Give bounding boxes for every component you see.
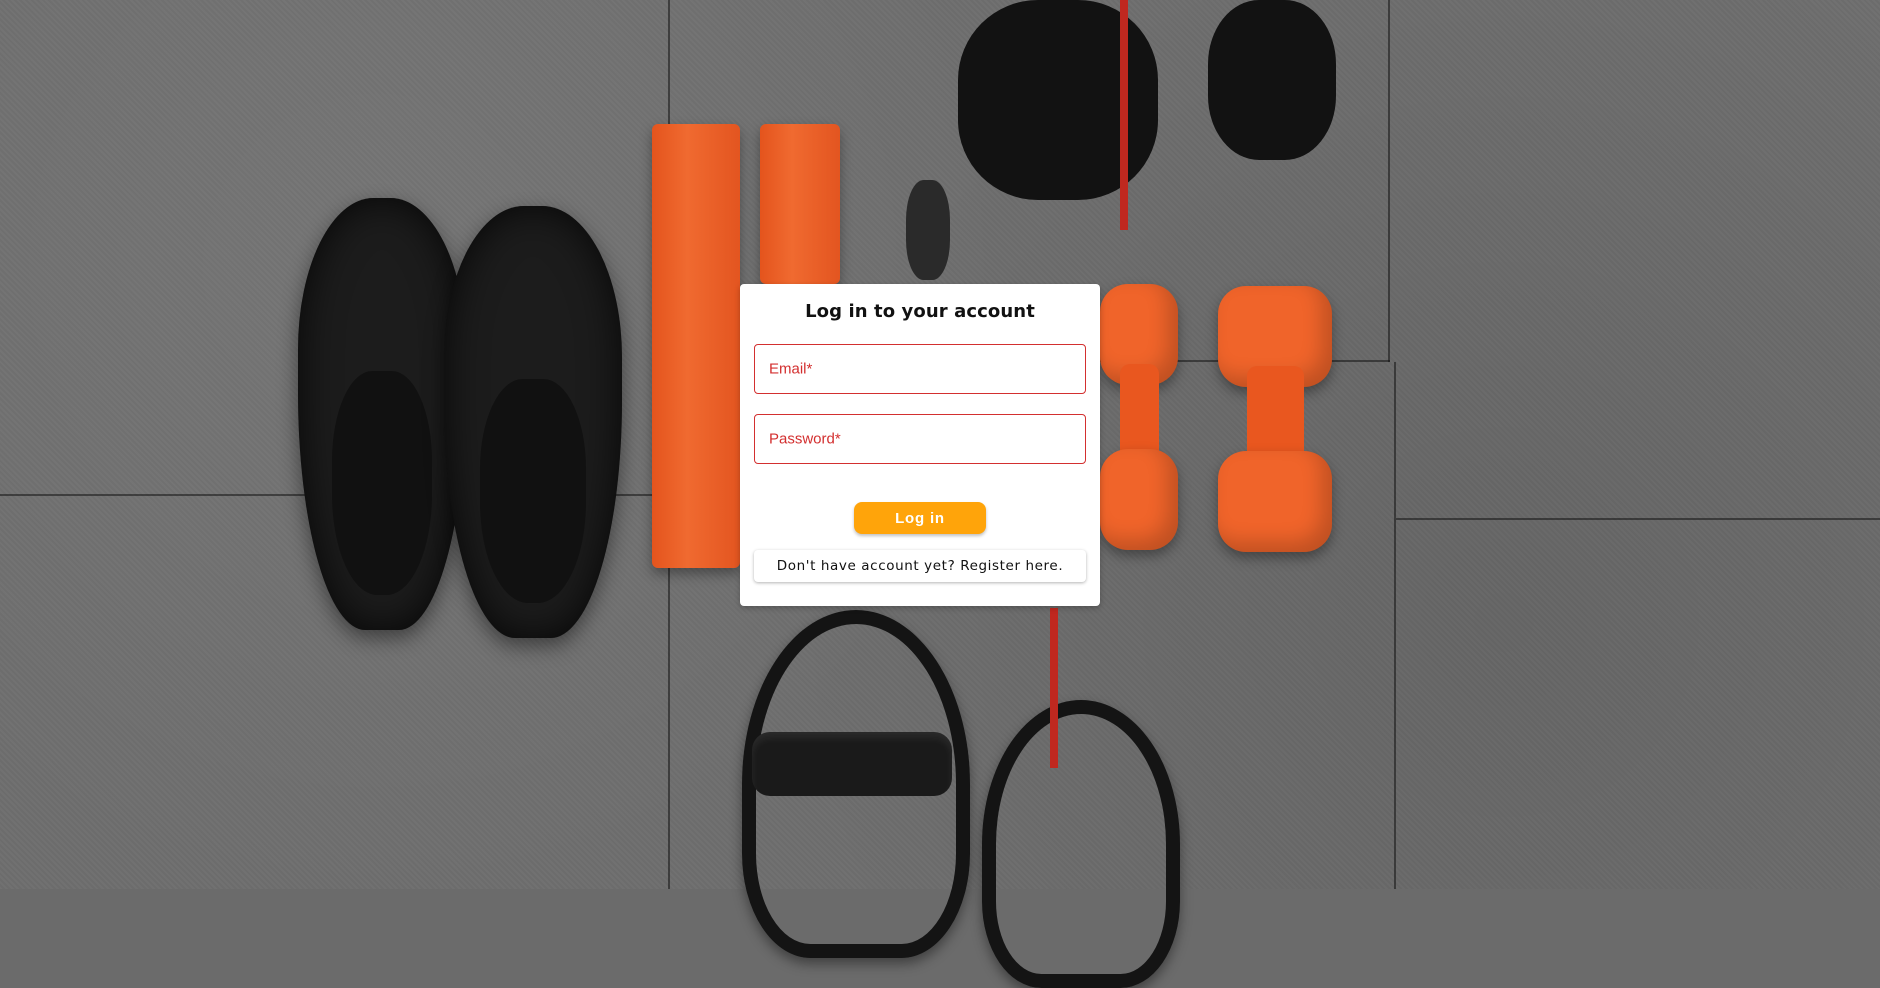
strap-handle bbox=[752, 732, 952, 796]
login-card: Log in to your account Email* Password* … bbox=[740, 284, 1100, 606]
login-title: Log in to your account bbox=[805, 301, 1035, 322]
login-button-wrap: Log in bbox=[754, 502, 1086, 534]
floor-seam bbox=[1388, 0, 1390, 362]
suspension-strap bbox=[982, 700, 1180, 988]
dumbbell bbox=[1100, 284, 1178, 550]
strap-coil bbox=[1208, 0, 1336, 160]
password-field[interactable]: Password* bbox=[754, 414, 1086, 464]
password-input[interactable] bbox=[755, 415, 1085, 463]
right-shoe bbox=[444, 206, 622, 638]
strap-coil bbox=[958, 0, 1158, 200]
register-link[interactable]: Don't have account yet? Register here. bbox=[754, 550, 1086, 582]
buckle bbox=[906, 180, 950, 280]
left-shoe bbox=[298, 198, 466, 630]
email-field[interactable]: Email* bbox=[754, 344, 1086, 394]
red-strap bbox=[1120, 0, 1128, 230]
red-strap bbox=[1050, 608, 1058, 768]
floor-seam bbox=[1396, 518, 1880, 520]
floor-seam bbox=[1394, 362, 1396, 889]
resistance-band bbox=[760, 124, 840, 284]
dumbbell bbox=[1218, 286, 1332, 552]
login-button[interactable]: Log in bbox=[854, 502, 986, 534]
resistance-band bbox=[652, 124, 740, 568]
email-input[interactable] bbox=[755, 345, 1085, 393]
